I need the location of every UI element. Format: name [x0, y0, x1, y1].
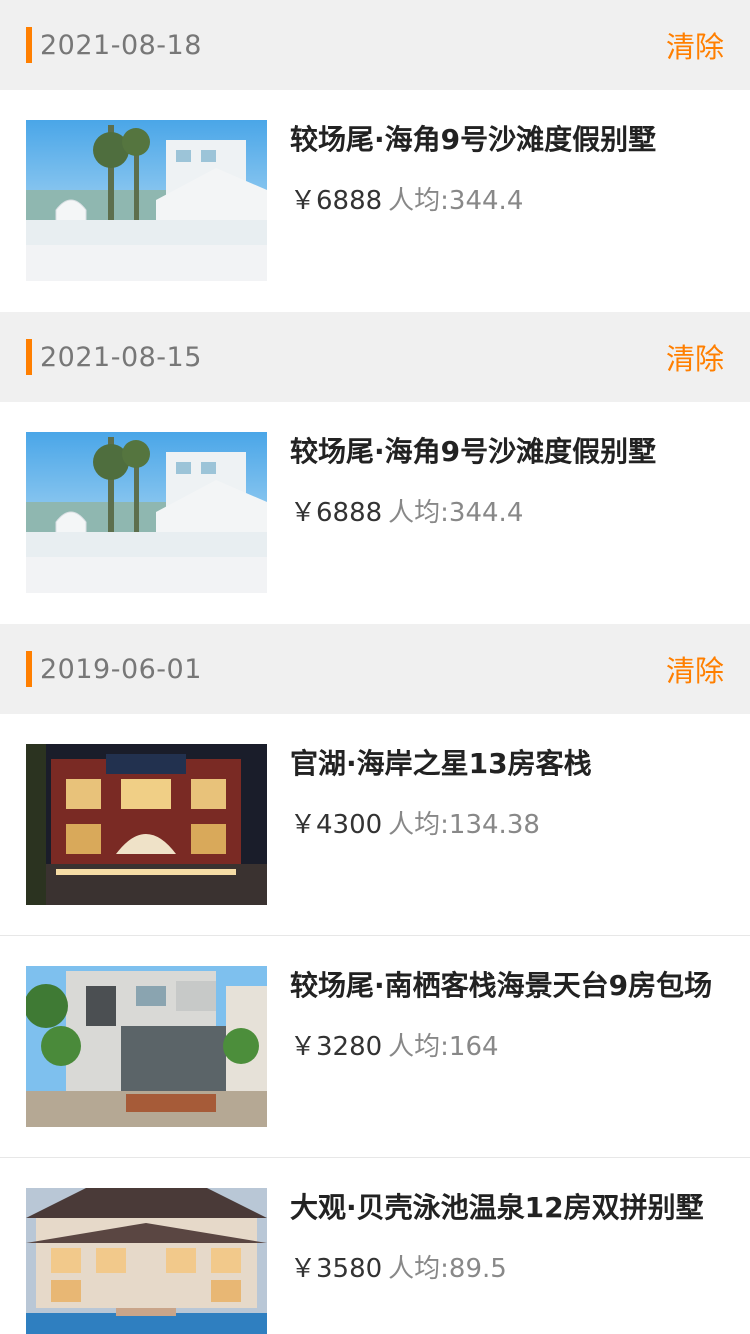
listing-item[interactable]: 大观·贝壳泳池温泉12房双拼别墅 ￥3580 人均:89.5	[0, 1158, 750, 1334]
listing-title[interactable]: 官湖·海岸之星13房客栈	[290, 746, 592, 782]
listing-title[interactable]: 较场尾·南栖客栈海景天台9房包场	[290, 968, 712, 1004]
per-person-price: 人均:164	[388, 1032, 499, 1062]
listing-item[interactable]: 较场尾·海角9号沙滩度假别墅 ￥6888 人均:344.4	[0, 90, 750, 312]
per-person-price: 人均:344.4	[388, 498, 524, 528]
listing-thumbnail[interactable]	[26, 744, 267, 905]
listing-price: ￥3580	[290, 1254, 383, 1284]
date-header: 2019-06-01 清除	[0, 624, 750, 714]
date-header: 2021-08-15 清除	[0, 312, 750, 402]
listing-thumbnail[interactable]	[26, 432, 267, 593]
night-inn-image	[26, 744, 267, 905]
listing-thumbnail[interactable]	[26, 120, 267, 281]
clear-button[interactable]: 清除	[666, 336, 724, 378]
date-accent-bar	[26, 339, 32, 375]
listing-price: ￥6888	[290, 498, 383, 528]
street-inn-image	[26, 966, 267, 1127]
per-person-price: 人均:89.5	[388, 1254, 507, 1284]
date-label: 2021-08-18	[40, 29, 202, 61]
listing-item[interactable]: 较场尾·南栖客栈海景天台9房包场 ￥3280 人均:164	[0, 936, 750, 1158]
date-accent-bar	[26, 27, 32, 63]
listing-price: ￥3280	[290, 1032, 383, 1062]
seaside-villa-image	[26, 120, 267, 281]
listing-title[interactable]: 较场尾·海角9号沙滩度假别墅	[290, 434, 656, 470]
listing-price: ￥6888	[290, 186, 383, 216]
clear-button[interactable]: 清除	[666, 648, 724, 690]
listing-thumbnail[interactable]	[26, 1188, 267, 1334]
listing-thumbnail[interactable]	[26, 966, 267, 1127]
per-person-price: 人均:134.38	[388, 810, 540, 840]
listing-item[interactable]: 较场尾·海角9号沙滩度假别墅 ￥6888 人均:344.4	[0, 402, 750, 624]
date-label: 2019-06-01	[40, 653, 202, 685]
date-accent-bar	[26, 651, 32, 687]
pool-villa-image	[26, 1188, 267, 1334]
date-header: 2021-08-18 清除	[0, 0, 750, 90]
date-label: 2021-08-15	[40, 341, 202, 373]
listing-price: ￥4300	[290, 810, 383, 840]
listing-item[interactable]: 官湖·海岸之星13房客栈 ￥4300 人均:134.38	[0, 714, 750, 936]
seaside-villa-image	[26, 432, 267, 593]
listing-title[interactable]: 较场尾·海角9号沙滩度假别墅	[290, 122, 656, 158]
per-person-price: 人均:344.4	[388, 186, 524, 216]
listing-title[interactable]: 大观·贝壳泳池温泉12房双拼别墅	[290, 1190, 704, 1226]
clear-button[interactable]: 清除	[666, 24, 724, 66]
